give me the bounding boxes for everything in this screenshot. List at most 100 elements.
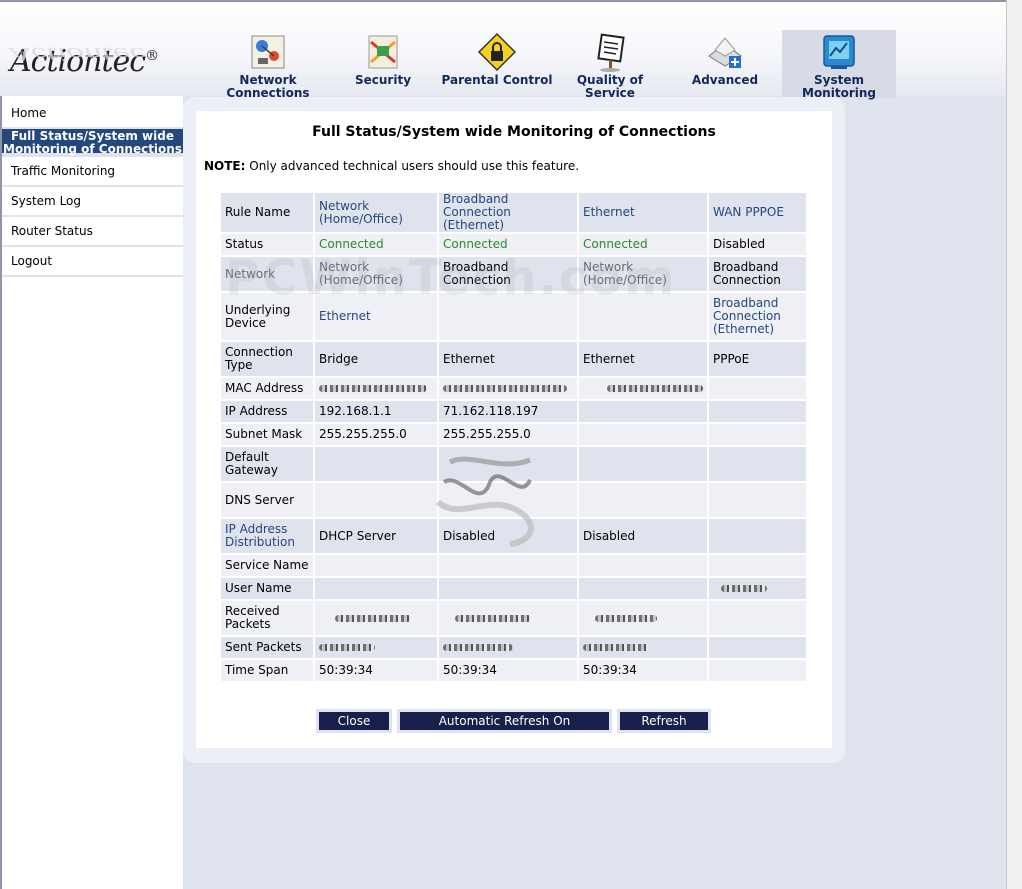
redacted-cell [707, 576, 808, 601]
redacted-cell [313, 599, 439, 637]
table-cell: Broadband Connection [707, 255, 808, 293]
table-row-subnet-mask: Subnet Mask 255.255.255.0 255.255.255.0 [219, 422, 808, 447]
redaction-scribble [721, 585, 767, 592]
sidebar-item-label: Traffic Monitoring [11, 164, 116, 178]
note: NOTE: Only advanced technical users shou… [204, 159, 579, 173]
logo-registered-mark: ® [145, 48, 159, 64]
sidebar-item-system-log[interactable]: System Log [2, 187, 183, 217]
table-row-ip-distribution: IP Address Distribution DHCP Server Disa… [219, 517, 808, 555]
table-row-time-span: Time Span 50:39:34 50:39:34 50:39:34 [219, 658, 808, 683]
nav-tab-advanced[interactable]: Advanced [668, 30, 782, 98]
nav-tab-network-connections[interactable]: Network Connections [211, 30, 325, 100]
refresh-button[interactable]: Refresh [617, 709, 711, 733]
rule-name-network-link[interactable]: Network (Home/Office) [313, 191, 439, 234]
table-cell [707, 635, 808, 660]
table-cell: 50:39:34 [437, 658, 579, 683]
status-cell: Connected [577, 232, 709, 257]
table-cell [707, 445, 808, 483]
qos-sign-icon [597, 33, 625, 72]
table-cell [577, 481, 709, 519]
sidebar-item-label: Monitoring of Connections [3, 142, 182, 156]
redacted-cell [313, 376, 439, 401]
rule-name-broadband-link[interactable]: Broadband Connection (Ethernet) [437, 191, 579, 234]
table-cell: Disabled [437, 517, 579, 555]
redacted-cell [577, 376, 709, 401]
table-cell [437, 291, 579, 342]
redaction-scribble [335, 614, 411, 622]
sidebar-item-traffic-monitoring[interactable]: Traffic Monitoring [2, 157, 183, 187]
sidebar-item-label: Router Status [11, 224, 93, 238]
row-label: Status [219, 232, 315, 257]
row-label: Underlying Device [219, 291, 315, 342]
table-cell [313, 553, 439, 578]
table-cell [577, 576, 709, 601]
table-cell: Network (Home/Office) [577, 255, 709, 293]
nav-label: Security [354, 73, 412, 87]
header: Actiontec® Actiontec Network Connections… [0, 0, 1006, 100]
table-cell: Network (Home/Office) [313, 255, 439, 293]
row-label: DNS Server [219, 481, 315, 519]
table-cell: Ethernet [577, 340, 709, 378]
sidebar-item-router-status[interactable]: Router Status [2, 217, 183, 247]
monitor-icon [823, 35, 855, 69]
redaction-scribble [443, 385, 567, 392]
vertical-scrollbar[interactable] [1006, 0, 1022, 889]
sidebar-item-home[interactable]: Home [2, 99, 183, 129]
table-cell [577, 422, 709, 447]
table-cell: 71.162.118.197 [437, 399, 579, 424]
security-icon [368, 35, 398, 69]
sidebar-item-full-status[interactable]: Full Status/System wide Monitoring of Co… [2, 129, 183, 157]
table-cell [577, 291, 709, 342]
table-cell [707, 658, 808, 683]
table-cell: 50:39:34 [313, 658, 439, 683]
redacted-cell [313, 635, 439, 660]
status-cell: Disabled [707, 232, 808, 257]
table-row-default-gateway: Default Gateway [219, 445, 808, 483]
table-row-user-name: User Name [219, 576, 808, 601]
row-label: Time Span [219, 658, 315, 683]
row-label: MAC Address [219, 376, 315, 401]
nav-tab-parental-control[interactable]: Parental Control [440, 30, 554, 98]
table-cell [577, 445, 709, 483]
underlying-device-broadband-link[interactable]: Broadband Connection (Ethernet) [707, 291, 808, 342]
sidebar-item-label: Logout [11, 254, 53, 268]
nav-tab-quality-of-service[interactable]: Quality of Service [553, 30, 667, 100]
table-cell: 255.255.255.0 [437, 422, 579, 447]
table-row-status: Status Connected Connected Connected Dis… [219, 232, 808, 257]
status-cell: Connected [313, 232, 439, 257]
table-cell [577, 553, 709, 578]
advanced-icon [708, 37, 742, 68]
table-cell: 255.255.255.0 [313, 422, 439, 447]
rule-name-ethernet-link[interactable]: Ethernet [577, 191, 709, 234]
row-label: Rule Name [219, 191, 315, 234]
table-cell [437, 576, 579, 601]
sidebar-item-logout[interactable]: Logout [2, 247, 183, 277]
redaction-scribble [595, 614, 657, 622]
nav-tab-system-monitoring[interactable]: System Monitoring [782, 30, 896, 100]
table-row-mac-address: MAC Address [219, 376, 808, 401]
redaction-scribble [319, 385, 427, 392]
row-label: Subnet Mask [219, 422, 315, 447]
automatic-refresh-button[interactable]: Automatic Refresh On [397, 709, 612, 733]
table-row-network: Network Network (Home/Office) Broadband … [219, 255, 808, 293]
underlying-device-ethernet-link[interactable]: Ethernet [313, 291, 439, 342]
redaction-scribble [443, 644, 513, 651]
redacted-cell [437, 376, 579, 401]
redacted-cell [577, 635, 709, 660]
sidebar: Home Full Status/System wide Monitoring … [0, 96, 183, 889]
network-icon [251, 35, 285, 69]
close-button[interactable]: Close [316, 709, 392, 733]
rule-name-wan-pppoe-link[interactable]: WAN PPPOE [707, 191, 808, 234]
table-cell: Ethernet [437, 340, 579, 378]
ip-address-distribution-link[interactable]: IP Address Distribution [219, 517, 315, 555]
table-cell [707, 517, 808, 555]
note-text: Only advanced technical users should use… [245, 159, 580, 173]
table-cell [707, 399, 808, 424]
table-row-sent-packets: Sent Packets [219, 635, 808, 660]
row-label: Default Gateway [219, 445, 315, 483]
row-label: IP Address [219, 399, 315, 424]
table-cell [707, 599, 808, 637]
table-cell [313, 576, 439, 601]
row-label: Received Packets [219, 599, 315, 637]
nav-tab-security[interactable]: Security [326, 30, 440, 98]
